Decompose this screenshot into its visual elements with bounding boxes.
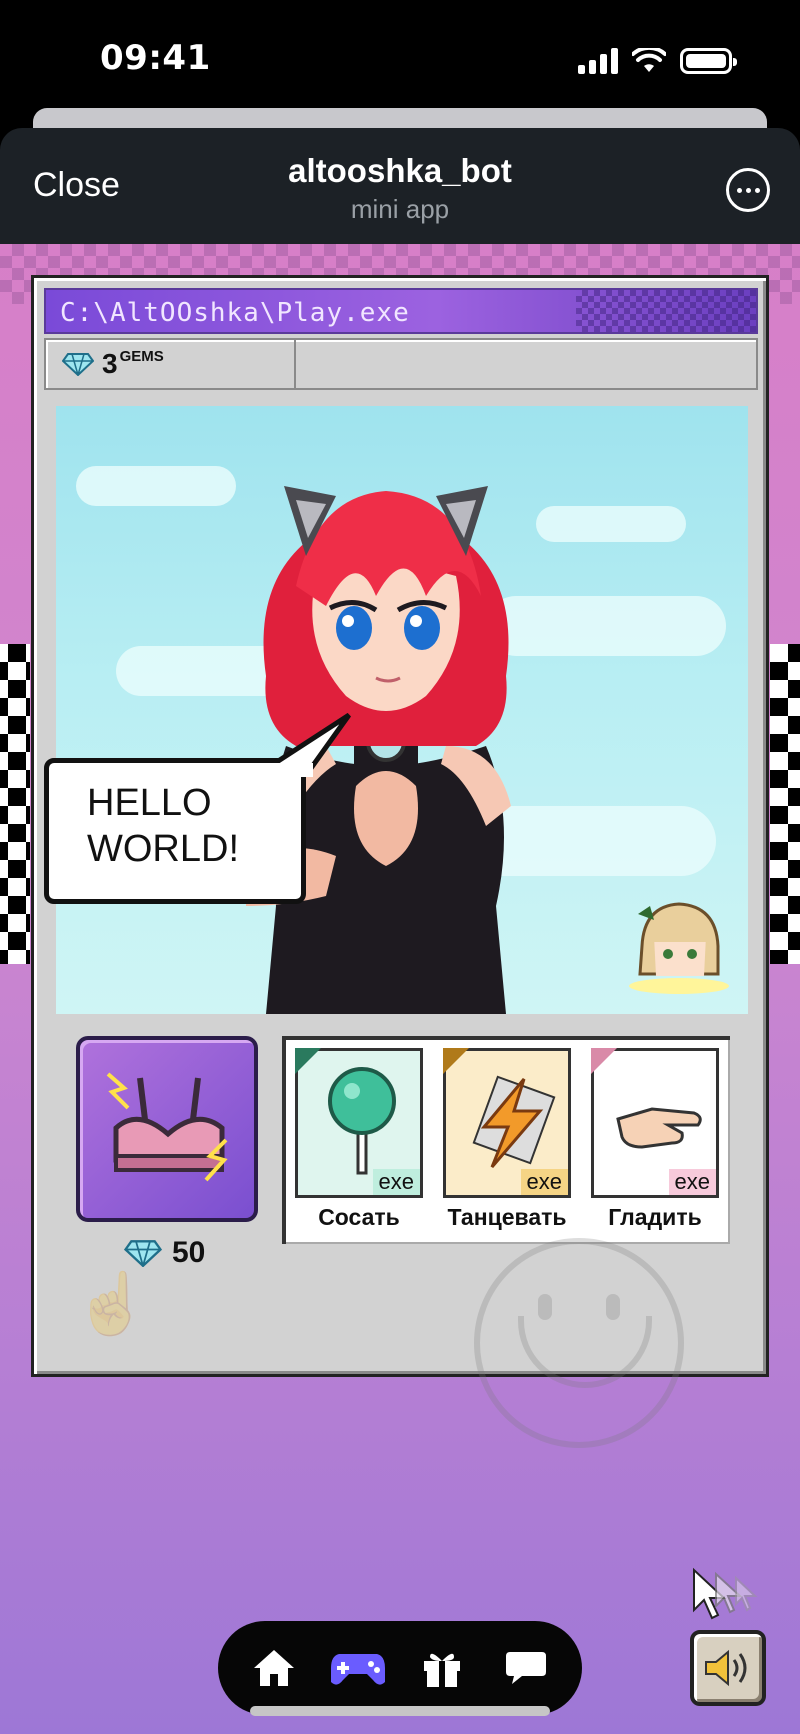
bot-title: altooshka_bot	[288, 152, 512, 189]
action-label: Гладить	[608, 1204, 702, 1230]
nav-gifts[interactable]	[411, 1637, 473, 1699]
price-value: 50	[172, 1236, 206, 1269]
gem-icon	[62, 353, 94, 376]
exe-tag: exe	[668, 1169, 716, 1195]
pointer-hand-icon: ☝	[74, 1270, 149, 1337]
titlebar-pattern	[576, 290, 756, 332]
exe-tag: exe	[372, 1169, 420, 1195]
status-bar: 09:41	[0, 0, 800, 110]
checker-flag-right	[770, 644, 800, 964]
gems-counter: 3 GEMS	[46, 340, 296, 388]
smiley-watermark	[474, 1238, 684, 1448]
sound-toggle-button[interactable]	[690, 1630, 766, 1706]
bot-subtitle: mini app	[350, 194, 450, 224]
battery-icon	[680, 48, 737, 74]
window-title: C:\AltOOshka\Play.exe	[60, 298, 410, 328]
cursor-trail-icon	[693, 1567, 758, 1620]
speech-bubble: HELLO WORLD!	[44, 713, 352, 904]
bubble-tail	[269, 713, 352, 777]
gift-icon	[424, 1653, 460, 1687]
signal-icon	[578, 48, 618, 74]
action-suck[interactable]: exe Сосать	[292, 1048, 426, 1231]
lightning-icon	[472, 1075, 556, 1168]
speaker-icon	[705, 1649, 747, 1687]
companion-avatar[interactable]	[624, 896, 734, 996]
home-icon	[254, 1650, 294, 1686]
bottom-nav	[218, 1621, 582, 1715]
exe-file-icon: exe	[591, 1048, 719, 1198]
status-time: 09:41	[100, 38, 211, 78]
action-label: Танцевать	[447, 1204, 567, 1230]
lollipop-icon	[328, 1067, 396, 1175]
gems-unit: GEMS	[119, 348, 164, 365]
game-window: C:\AltOOshka\Play.exe 3 GEMS HELLO WORLD…	[31, 275, 769, 1448]
bra-icon	[106, 1072, 228, 1182]
exe-tag: exe	[520, 1169, 568, 1195]
more-options-button[interactable]	[726, 168, 770, 212]
mini-app-header: Close altooshka_bot mini app	[0, 128, 800, 244]
gem-icon	[124, 1240, 162, 1267]
speech-text: HELLO WORLD!	[87, 782, 239, 870]
gamepad-icon	[331, 1654, 385, 1685]
gems-bar: 3 GEMS	[44, 338, 758, 390]
actions-panel: exe Сосать exe Танцевать exe Гладить	[282, 1036, 730, 1244]
status-icons	[578, 44, 737, 74]
nav-home[interactable]	[243, 1637, 305, 1699]
nav-game[interactable]	[327, 1637, 389, 1699]
character-scene[interactable]	[56, 406, 748, 1014]
checker-flag-left	[0, 644, 30, 964]
window-titlebar: C:\AltOOshka\Play.exe	[44, 288, 758, 334]
action-dance[interactable]: exe Танцевать	[440, 1048, 574, 1231]
gems-value: 3	[102, 348, 118, 379]
exe-file-icon: exe	[443, 1048, 571, 1198]
shop-item-card[interactable]	[76, 1036, 258, 1222]
more-icon	[736, 187, 742, 193]
hand-icon	[616, 1107, 702, 1149]
home-indicator	[250, 1706, 550, 1716]
wifi-icon	[632, 48, 666, 72]
action-pet[interactable]: exe Гладить	[588, 1048, 722, 1231]
nav-chat[interactable]	[495, 1637, 557, 1699]
chat-icon	[506, 1652, 546, 1684]
exe-file-icon: exe	[295, 1048, 423, 1198]
action-label: Сосать	[318, 1204, 400, 1230]
shop-item-price: 50	[124, 1236, 205, 1270]
